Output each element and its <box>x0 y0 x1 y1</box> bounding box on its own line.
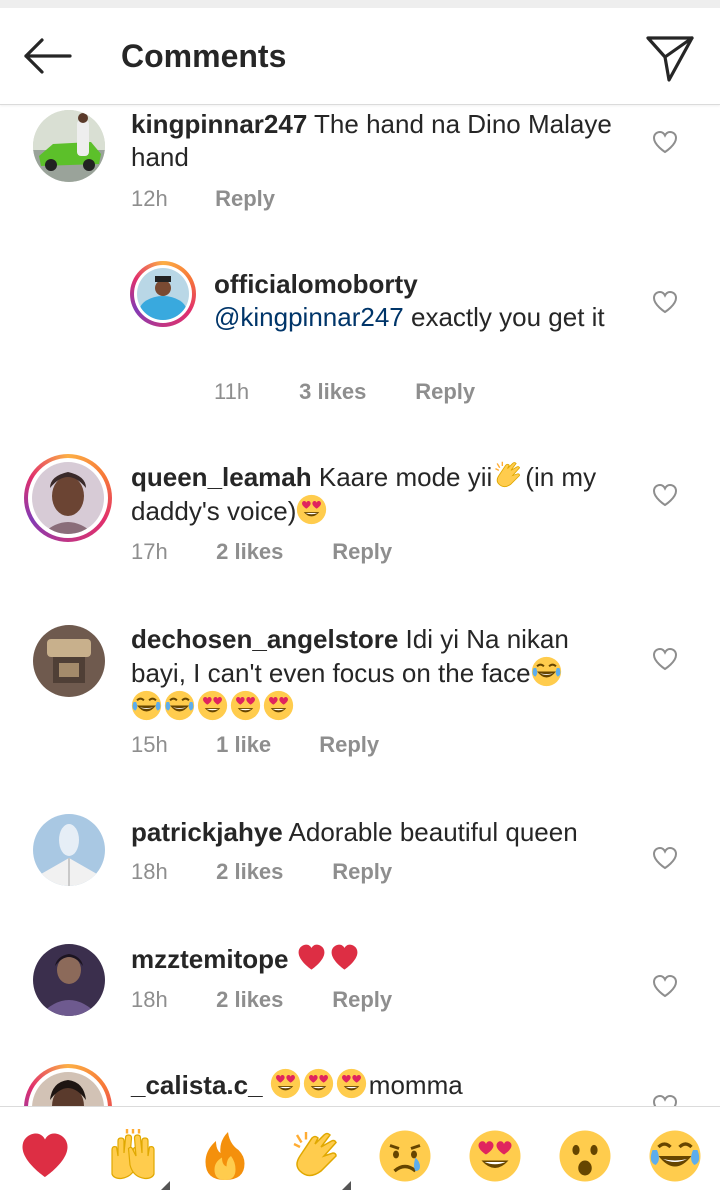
comment-item: mzztemitope 18h 2 likes Reply <box>0 942 720 1052</box>
comment-time: 17h <box>131 539 168 564</box>
comment-username[interactable]: queen_leamah <box>131 462 312 492</box>
raising-hands-icon[interactable] <box>106 1129 160 1183</box>
heart-icon[interactable] <box>652 483 678 507</box>
heart-eyes-emoji <box>270 1068 300 1099</box>
comment-text: kingpinnar247 The hand na Dino Malaye ha… <box>131 108 621 174</box>
likes-count[interactable]: 2 likes <box>216 537 326 567</box>
fire-icon[interactable] <box>198 1129 252 1183</box>
likes-count[interactable]: 3 likes <box>299 377 409 407</box>
heart-icon[interactable] <box>652 130 678 154</box>
arrow-left-icon <box>24 38 72 74</box>
tears-of-joy-emoji <box>530 656 562 687</box>
comment-list[interactable]: kingpinnar247 The hand na Dino Malaye ha… <box>0 104 720 1106</box>
reply-button[interactable]: Reply <box>332 857 392 887</box>
likes-count[interactable]: 1 like <box>216 730 313 760</box>
surprised-face-icon[interactable] <box>558 1129 612 1183</box>
comment-time: 11h <box>214 379 250 404</box>
crying-face-icon[interactable] <box>378 1129 432 1183</box>
header: Comments <box>0 8 720 105</box>
comment-text: mzztemitope <box>131 942 621 976</box>
comment-time: 18h <box>131 987 168 1012</box>
comment-item: kingpinnar247 The hand na Dino Malaye ha… <box>0 104 720 234</box>
comment-body: exactly you get it <box>410 302 605 332</box>
heart-eyes-icon[interactable] <box>468 1129 522 1183</box>
comment-text: officialomoborty @kingpinnar247 exactly … <box>214 268 614 334</box>
avatar[interactable] <box>33 814 105 886</box>
mention-link[interactable]: @kingpinnar247 <box>214 302 404 332</box>
likes-count[interactable]: 2 likes <box>216 857 326 887</box>
heart-icon[interactable] <box>652 846 678 870</box>
avatar[interactable] <box>24 1064 112 1106</box>
comment-username[interactable]: mzztemitope <box>131 944 288 974</box>
comment-username[interactable]: patrickjahye <box>131 817 283 847</box>
tears-of-joy-emoji <box>164 690 195 721</box>
comment-body: momma <box>368 1070 463 1100</box>
heart-eyes-emoji <box>263 690 294 721</box>
tears-of-joy-emoji <box>131 690 162 721</box>
clapping-hands-icon[interactable] <box>288 1129 342 1183</box>
comment-body: Kaare mode yii <box>318 462 493 492</box>
variant-indicator <box>161 1181 170 1190</box>
comment-text: queen_leamah Kaare mode yii (in my daddy'… <box>131 460 621 528</box>
heart-icon[interactable] <box>652 974 678 998</box>
reply-button[interactable]: Reply <box>332 537 392 567</box>
back-button[interactable] <box>18 32 78 80</box>
avatar[interactable] <box>130 261 196 327</box>
reply-button[interactable]: Reply <box>332 985 392 1015</box>
avatar[interactable] <box>24 454 112 542</box>
heart-eyes-emoji <box>303 1068 333 1099</box>
likes-count[interactable]: 2 likes <box>216 985 326 1015</box>
comment-reply-item: officialomoborty @kingpinnar247 exactly … <box>0 254 720 434</box>
heart-eyes-emoji <box>336 1068 366 1099</box>
heart-eyes-emoji <box>230 690 261 721</box>
paper-plane-icon <box>646 36 694 82</box>
comment-meta: 12h Reply <box>131 184 275 214</box>
comment-time: 12h <box>131 186 168 211</box>
comment-meta: 15h 1 like Reply <box>131 730 379 760</box>
variant-indicator <box>342 1181 351 1190</box>
comment-meta: 18h 2 likes Reply <box>131 857 392 887</box>
comment-meta: 18h 2 likes Reply <box>131 985 392 1015</box>
heart-icon[interactable] <box>652 647 678 671</box>
comment-username[interactable]: officialomoborty <box>214 268 614 301</box>
comment-username[interactable]: _calista.c_ <box>131 1070 263 1100</box>
status-bar <box>0 0 720 8</box>
comment-meta: 11h 3 likes Reply <box>214 377 475 407</box>
red-heart-icon[interactable] <box>18 1129 72 1183</box>
comment-text: patrickjahye Adorable beautiful queen <box>131 816 621 849</box>
heart-icon[interactable] <box>652 290 678 314</box>
quick-emoji-bar <box>0 1106 720 1200</box>
comment-username[interactable]: kingpinnar247 <box>131 109 307 139</box>
red-heart-emoji <box>331 944 358 970</box>
red-heart-emoji <box>298 944 325 970</box>
reply-button[interactable]: Reply <box>415 377 475 407</box>
comment-time: 18h <box>131 859 168 884</box>
tears-of-joy-icon[interactable] <box>648 1129 702 1183</box>
clapping-hands-emoji <box>495 461 521 488</box>
comment-item: _calista.c_ momma <box>0 1064 720 1106</box>
avatar[interactable] <box>33 110 105 182</box>
comment-username[interactable]: dechosen_angelstore <box>131 624 398 654</box>
comment-time: 15h <box>131 732 168 757</box>
direct-message-button[interactable] <box>642 30 698 86</box>
comment-item: patrickjahye Adorable beautiful queen 18… <box>0 814 720 924</box>
reply-button[interactable]: Reply <box>319 730 379 760</box>
heart-eyes-emoji <box>297 494 327 525</box>
comment-item: queen_leamah Kaare mode yii (in my daddy'… <box>0 454 720 604</box>
comment-body: Adorable beautiful queen <box>288 817 578 847</box>
heart-eyes-emoji <box>197 690 228 721</box>
page-title: Comments <box>121 38 287 74</box>
reply-button[interactable]: Reply <box>215 184 275 214</box>
heart-icon[interactable] <box>652 1094 678 1106</box>
comment-meta: 17h 2 likes Reply <box>131 537 392 567</box>
avatar[interactable] <box>33 625 105 697</box>
avatar[interactable] <box>33 944 105 1016</box>
comment-item: dechosen_angelstore Idi yi Na nikan bayi… <box>0 619 720 799</box>
comment-text: dechosen_angelstore Idi yi Na nikan bayi… <box>131 623 601 724</box>
comment-text: _calista.c_ momma <box>131 1068 621 1102</box>
